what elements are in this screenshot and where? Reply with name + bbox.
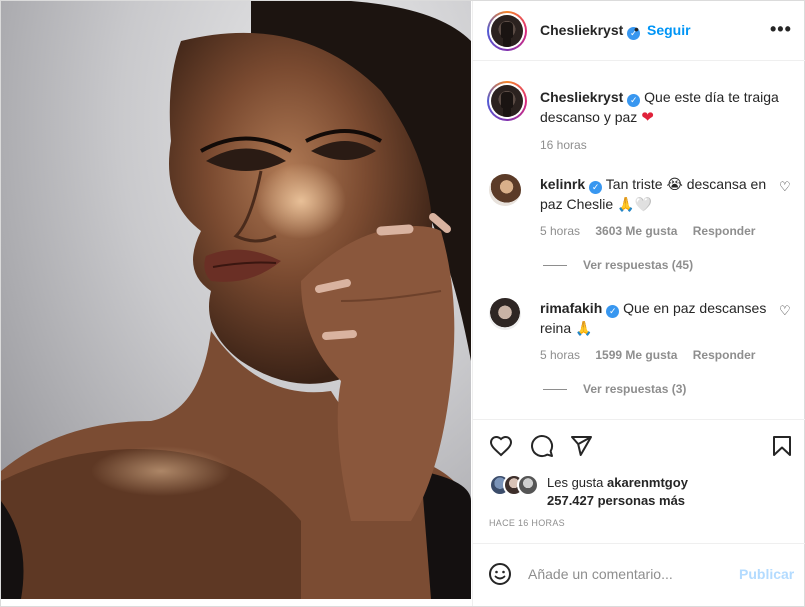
comment-meta: 5 horas 1599 Me gusta Responder (540, 348, 767, 362)
comment-input[interactable]: Añade un comentario... (528, 566, 673, 582)
post-side-panel: Chesliekryst ✓ • Seguir ••• Chesliekryst ✓… (472, 1, 805, 606)
post-header: Chesliekryst ✓ • Seguir ••• (473, 1, 805, 61)
verified-badge-icon: ✓ (627, 94, 641, 107)
caption-author-avatar[interactable] (487, 81, 527, 121)
post-photo[interactable] (1, 1, 471, 599)
paper-plane-icon[interactable] (569, 434, 593, 458)
publish-button[interactable]: Publicar (739, 566, 794, 582)
reply-button[interactable]: Responder (693, 348, 756, 362)
caption-text: Chesliekryst ✓ Que este día te traiga des… (540, 87, 790, 128)
heart-outline-icon[interactable] (489, 434, 513, 458)
liker-username[interactable]: akarenmtgoy (607, 475, 688, 490)
separator-dot: • (634, 21, 639, 37)
comment-time: 5 horas (540, 224, 581, 238)
add-comment-bar: Añade un comentario... Publicar (473, 543, 805, 606)
comment-username[interactable]: kelinrk (540, 176, 585, 192)
comment-like-heart-icon[interactable]: ♡ (779, 303, 791, 319)
more-options-icon[interactable]: ••• (770, 19, 792, 40)
verified-badge-icon: ✓ (606, 305, 620, 318)
likes-count[interactable]: 257.427 personas más (547, 493, 685, 508)
follow-button[interactable]: Seguir (647, 22, 691, 38)
comment-time: 5 horas (540, 348, 581, 362)
liker-avatar (517, 474, 539, 496)
commenter-avatar[interactable] (489, 174, 521, 206)
portrait-illustration (1, 1, 471, 599)
view-replies-button[interactable]: Ver respuestas (45) (540, 258, 693, 272)
instagram-post: Chesliekryst ✓ • Seguir ••• Chesliekryst ✓… (0, 0, 805, 607)
commenter-avatar[interactable] (489, 298, 521, 330)
caption-time: 16 horas (540, 138, 587, 152)
reply-button[interactable]: Responder (693, 224, 756, 238)
view-replies-button[interactable]: Ver respuestas (3) (540, 382, 686, 396)
comment-likes-count[interactable]: 1599 Me gusta (595, 348, 677, 362)
author-username[interactable]: Chesliekryst ✓ (540, 22, 641, 40)
comment-like-heart-icon[interactable]: ♡ (779, 179, 791, 195)
comment-bubble-icon[interactable] (530, 434, 554, 458)
action-bar (473, 419, 805, 473)
post-timestamp[interactable]: HACE 16 HORAS (489, 518, 565, 528)
comment-likes-count[interactable]: 3603 Me gusta (595, 224, 677, 238)
comment-text: rimafakih ✓ Que en paz descanses reina 🙏 (540, 298, 775, 338)
caption-username[interactable]: Chesliekryst (540, 89, 623, 105)
smiley-face-icon[interactable] (488, 562, 512, 586)
red-heart-emoji: ❤ (641, 109, 654, 126)
comment-username[interactable]: rimafakih (540, 300, 602, 316)
comment-meta: 5 horas 3603 Me gusta Responder (540, 224, 767, 238)
bookmark-icon[interactable] (770, 434, 794, 458)
likes-text: Les gusta akarenmtgoy (547, 475, 688, 490)
verified-badge-icon: ✓ (589, 181, 603, 194)
liker-avatars[interactable] (489, 474, 549, 496)
comment-text: kelinrk ✓ Tan triste 😭 descansa en paz Ch… (540, 174, 775, 214)
author-avatar[interactable] (487, 11, 527, 51)
